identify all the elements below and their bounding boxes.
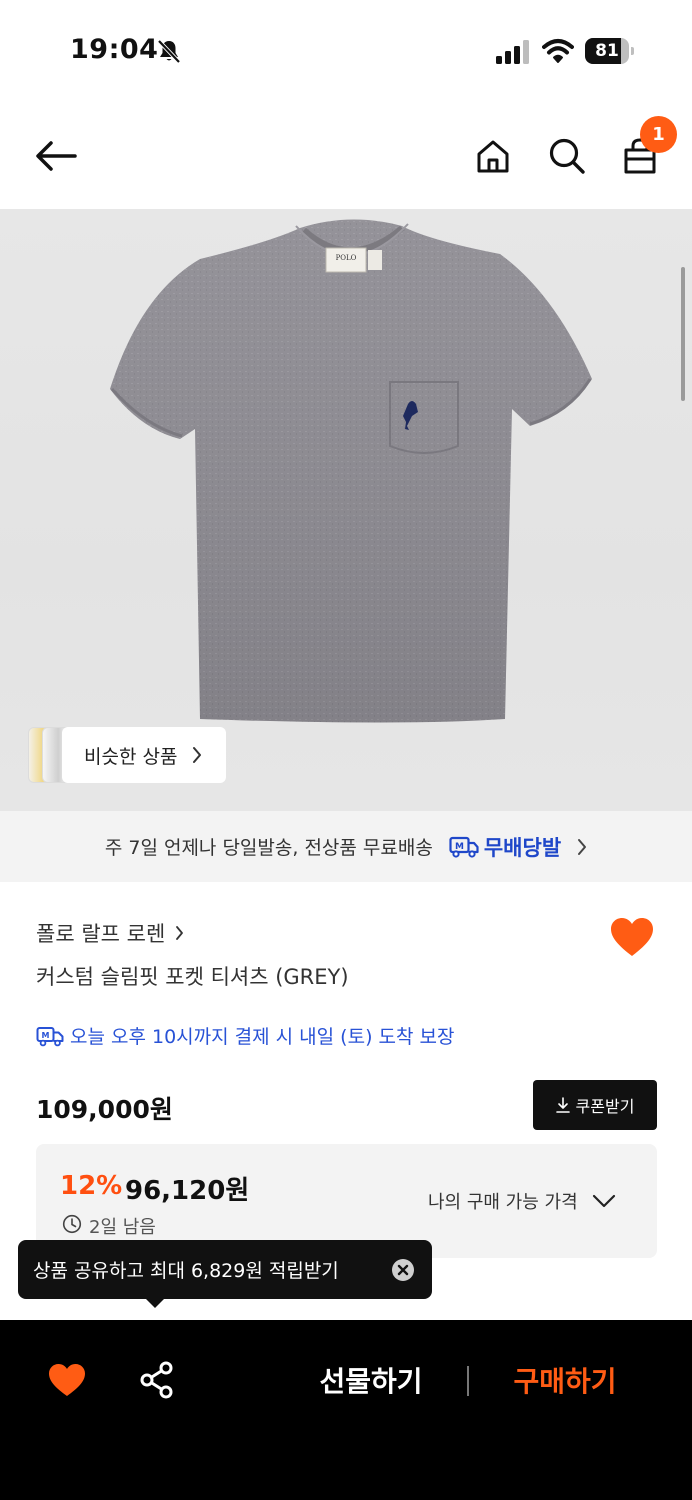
svg-text:POLO: POLO [336, 254, 357, 262]
bottom-action-bar: 선물하기 구매하기 [0, 1320, 692, 1500]
bottom-bar-divider [467, 1366, 469, 1396]
share-reward-tooltip: 상품 공유하고 최대 6,829원 적립받기 [18, 1240, 432, 1299]
product-photo: POLO [110, 219, 592, 723]
wishlist-heart-icon[interactable] [47, 1362, 87, 1398]
tooltip-pointer [145, 1298, 165, 1308]
delivery-guarantee: M 오늘 오후 10시까지 결제 시 내일 (토) 도착 보장 [36, 1022, 454, 1049]
back-arrow-icon [36, 141, 77, 171]
share-reward-tooltip-text: 상품 공유하고 최대 6,829원 적립받기 [33, 1260, 339, 1282]
delivery-service-name: 무배당발 [483, 835, 562, 860]
share-icon[interactable] [139, 1361, 175, 1399]
discount-rate: 12% [60, 1171, 123, 1201]
coupon-button-label: 쿠폰받기 [575, 1097, 635, 1116]
cellular-signal-icon [496, 40, 529, 64]
time-remaining: 2일 남음 [89, 1217, 156, 1238]
image-scroll-indicator [681, 267, 685, 401]
top-nav-bar [0, 100, 692, 210]
svg-text:M: M [455, 842, 464, 852]
cart-badge: 1 [640, 116, 677, 153]
delivery-banner[interactable]: 주 7일 언제나 당일발송, 전상품 무료배송 M 무배당발 [0, 811, 692, 882]
delivery-banner-text: 주 7일 언제나 당일발송, 전상품 무료배송 [104, 837, 433, 859]
chevron-down-icon [592, 1194, 615, 1208]
chevron-right-icon [193, 747, 201, 763]
similar-products-button[interactable]: 비슷한 상품 [28, 727, 226, 783]
original-price: 109,000원 [36, 1095, 173, 1124]
delivery-truck-icon: M [36, 1026, 64, 1046]
close-icon[interactable] [391, 1258, 415, 1282]
home-icon [477, 140, 509, 173]
svg-text:M: M [42, 1031, 50, 1040]
product-name: 커스텀 슬림핏 포켓 티셔츠 (GREY) [36, 965, 349, 989]
search-icon [549, 138, 585, 174]
delivery-truck-icon: M [449, 836, 479, 858]
coupon-download-button[interactable]: 쿠폰받기 [533, 1080, 657, 1130]
home-button[interactable] [471, 134, 515, 178]
wishlist-heart-icon[interactable] [609, 916, 655, 958]
product-image-carousel[interactable]: POLO 비슷한 상품 [0, 209, 692, 811]
sale-price: 96,120원 [125, 1176, 250, 1206]
back-button[interactable] [34, 134, 78, 178]
brand-link[interactable]: 폴로 랄프 로렌 [36, 918, 184, 948]
clock-icon [62, 1214, 82, 1234]
brand-name: 폴로 랄프 로렌 [36, 922, 166, 946]
my-price-label: 나의 구매 가능 가격 [428, 1192, 578, 1213]
download-icon [555, 1097, 570, 1113]
chevron-right-icon [578, 838, 587, 855]
gift-button[interactable]: 선물하기 [296, 1360, 446, 1404]
search-button[interactable] [545, 134, 589, 178]
battery-icon: 81 [585, 38, 634, 64]
buy-button[interactable]: 구매하기 [490, 1360, 640, 1404]
similar-products-label: 비슷한 상품 [84, 745, 178, 768]
my-price-toggle[interactable]: 나의 구매 가능 가격 [428, 1188, 616, 1214]
chevron-right-icon [176, 926, 184, 940]
bell-muted-icon [157, 39, 181, 64]
status-bar: 19:04 81 [0, 0, 692, 100]
wifi-icon [542, 39, 574, 63]
delivery-guarantee-text: 오늘 오후 10시까지 결제 시 내일 (토) 도착 보장 [70, 1026, 455, 1048]
battery-level: 81 [595, 41, 619, 61]
status-time: 19:04 [70, 34, 159, 65]
